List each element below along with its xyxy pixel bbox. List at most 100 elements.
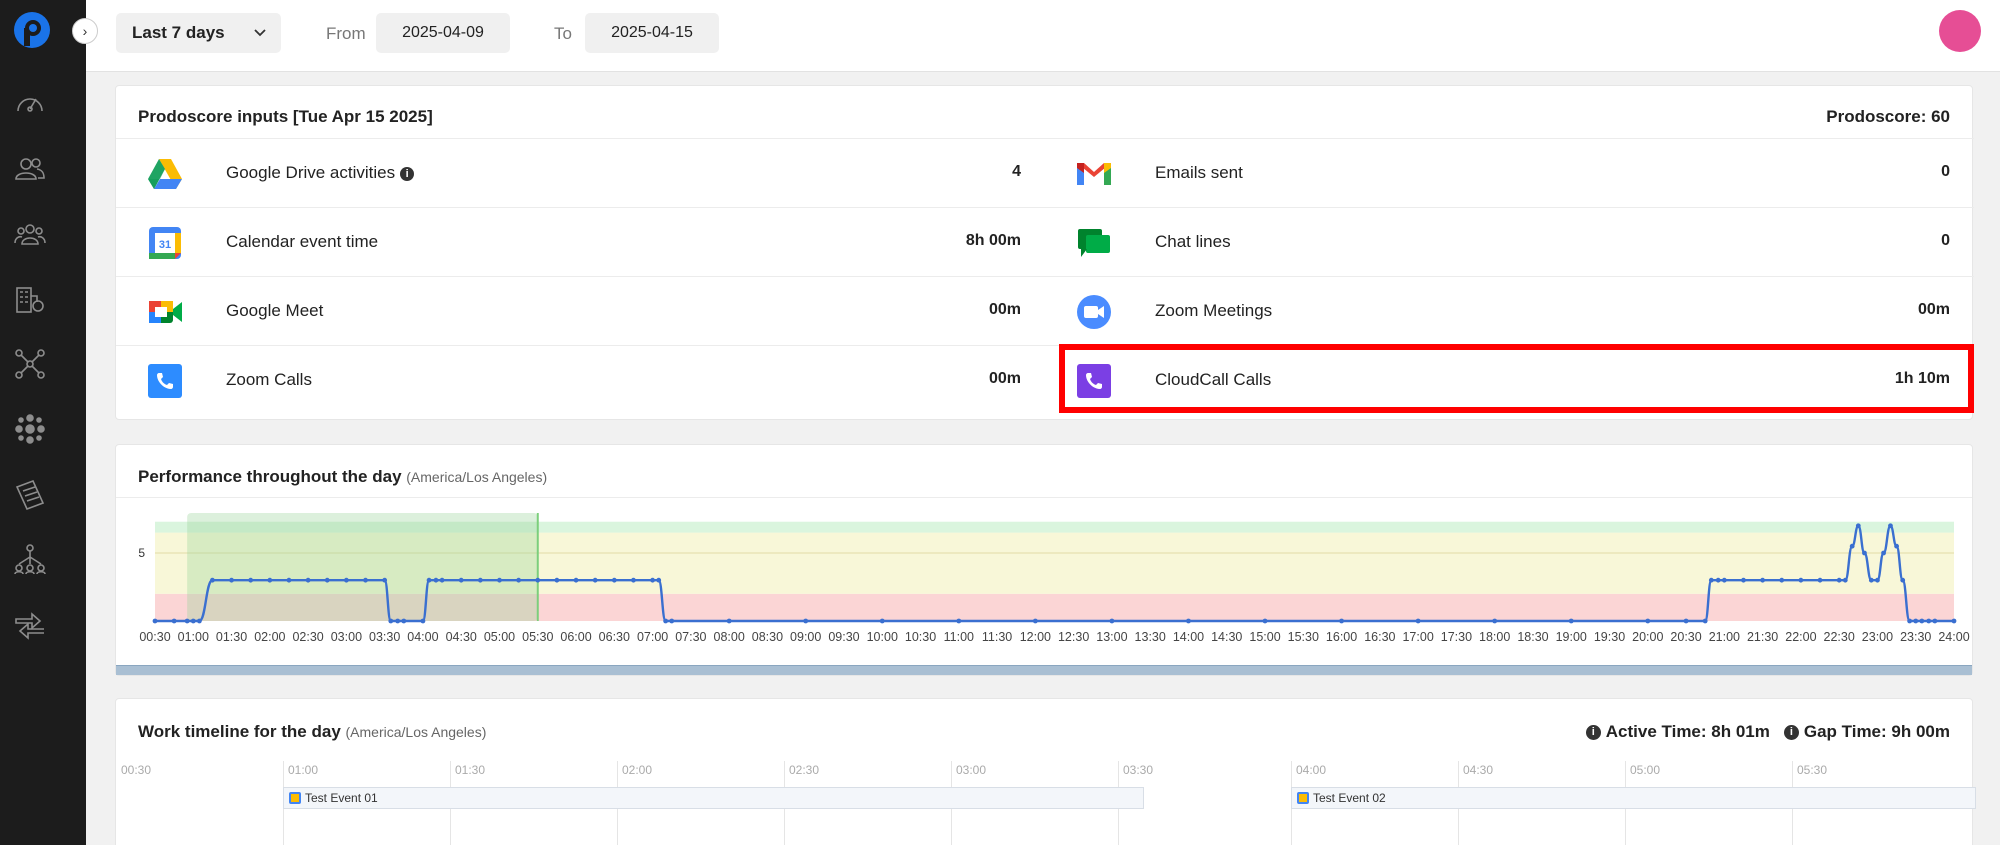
timeline-title: Work timeline for the day <box>138 722 341 741</box>
x-tick-label: 10:00 <box>867 630 898 644</box>
x-tick-label: 22:00 <box>1785 630 1816 644</box>
top-bar: Last 7 days From 2025-04-09 To 2025-04-1… <box>86 0 2000 72</box>
data-point <box>1932 618 1938 624</box>
data-point <box>1568 618 1574 624</box>
buildings-icon[interactable] <box>12 281 48 317</box>
users-icon[interactable] <box>12 151 48 187</box>
data-point <box>439 577 445 583</box>
arrows-icon[interactable] <box>12 606 48 642</box>
x-tick-label: 06:30 <box>599 630 630 644</box>
info-icon[interactable]: i <box>1585 724 1601 740</box>
input-row: Zoom Calls 00m <box>116 345 1045 414</box>
data-point <box>573 577 579 583</box>
x-tick-label: 23:30 <box>1900 630 1931 644</box>
input-label: Google Meet <box>226 301 324 320</box>
to-date-input[interactable]: 2025-04-15 <box>585 13 719 53</box>
x-tick-label: 14:00 <box>1173 630 1204 644</box>
y-tick-label: 5 <box>138 546 145 560</box>
data-point <box>611 577 617 583</box>
user-avatar[interactable] <box>1939 10 1981 52</box>
data-point <box>388 618 394 624</box>
data-point <box>1645 618 1651 624</box>
info-icon[interactable]: i <box>1783 724 1799 740</box>
event-name: Test Event 02 <box>1313 791 1386 805</box>
google-meet-icon <box>149 301 182 323</box>
x-tick-label: 20:30 <box>1670 630 1701 644</box>
chart-scrollbar[interactable] <box>116 665 1972 675</box>
to-label: To <box>554 24 572 43</box>
timeline-card: Work timeline for the day (America/Los A… <box>115 698 1976 845</box>
input-label: Chat lines <box>1155 232 1231 251</box>
timeline-event[interactable]: Test Event 02 <box>1291 787 1976 809</box>
info-icon[interactable]: i <box>400 167 415 181</box>
input-value: 4 <box>1012 163 1021 180</box>
speedometer-icon[interactable] <box>12 86 48 122</box>
x-tick-label: 13:00 <box>1096 630 1127 644</box>
data-point <box>497 577 502 583</box>
date-range-select[interactable]: Last 7 days <box>116 13 281 53</box>
google-calendar-icon: 31 <box>149 227 181 259</box>
data-point <box>1741 577 1746 583</box>
data-point <box>477 577 483 583</box>
x-tick-label: 13:30 <box>1135 630 1166 644</box>
from-date-input[interactable]: 2025-04-09 <box>376 13 510 53</box>
timeline-event[interactable]: Test Event 01 <box>283 787 1144 809</box>
x-tick-label: 01:00 <box>178 630 209 644</box>
data-point <box>1926 618 1932 624</box>
zoom-phone-icon <box>148 364 182 398</box>
timeline-tick: 02:30 <box>789 763 820 777</box>
x-tick-label: 18:30 <box>1517 630 1548 644</box>
performance-chart: 5 00:30 01:00 01:30 02:00 02:30 03:00 03:30 04:0… <box>138 513 1970 644</box>
sidebar-toggle-button[interactable]: › <box>72 18 98 44</box>
data-point <box>1894 543 1899 549</box>
data-point <box>1492 618 1498 624</box>
input-value: 00m <box>988 301 1021 318</box>
data-point <box>1715 577 1721 583</box>
network-icon[interactable] <box>12 346 48 382</box>
data-point <box>1779 577 1785 583</box>
data-point <box>382 577 388 583</box>
team-icon[interactable] <box>12 216 48 252</box>
timeline-timezone: (America/Los Angeles) <box>345 724 487 740</box>
x-tick-label: 04:30 <box>446 630 477 644</box>
cluster-icon[interactable] <box>12 411 48 447</box>
data-point <box>426 577 432 583</box>
data-point <box>248 577 254 583</box>
data-point <box>1817 577 1823 583</box>
data-point <box>197 618 202 624</box>
timeline-tick: 04:00 <box>1296 763 1327 777</box>
data-point <box>1913 618 1919 624</box>
timeline-tick: 01:30 <box>455 763 486 777</box>
data-point <box>669 618 675 624</box>
data-point <box>1708 577 1714 583</box>
google-chat-icon <box>1078 229 1110 257</box>
data-point <box>656 577 662 583</box>
x-tick-label: 12:00 <box>1020 630 1051 644</box>
data-point <box>631 577 636 583</box>
data-point <box>1760 577 1766 583</box>
data-point <box>458 577 464 583</box>
x-tick-label: 07:30 <box>675 630 706 644</box>
x-tick-label: 09:30 <box>828 630 859 644</box>
reports-icon[interactable] <box>12 476 48 512</box>
x-tick-label: 08:30 <box>752 630 783 644</box>
x-tick-label: 11:00 <box>944 630 974 644</box>
data-point <box>554 577 560 583</box>
prodoscore-logo[interactable] <box>12 10 52 50</box>
data-point <box>1798 577 1804 583</box>
data-point <box>650 577 655 583</box>
inputs-title: Prodoscore inputs [Tue Apr 15 2025] <box>138 107 433 126</box>
data-point <box>171 618 177 624</box>
x-tick-label: 15:00 <box>1249 630 1280 644</box>
calendar-icon <box>289 792 301 804</box>
data-point <box>803 618 809 624</box>
org-chart-icon[interactable] <box>12 541 48 577</box>
timeline-tick: 04:30 <box>1463 763 1494 777</box>
data-point <box>1862 550 1867 556</box>
data-point <box>956 618 962 624</box>
data-point <box>1032 618 1038 624</box>
data-point <box>433 577 439 583</box>
x-tick-label: 10:30 <box>905 630 936 644</box>
performance-title: Performance throughout the day <box>138 467 402 486</box>
data-point <box>1875 577 1880 583</box>
